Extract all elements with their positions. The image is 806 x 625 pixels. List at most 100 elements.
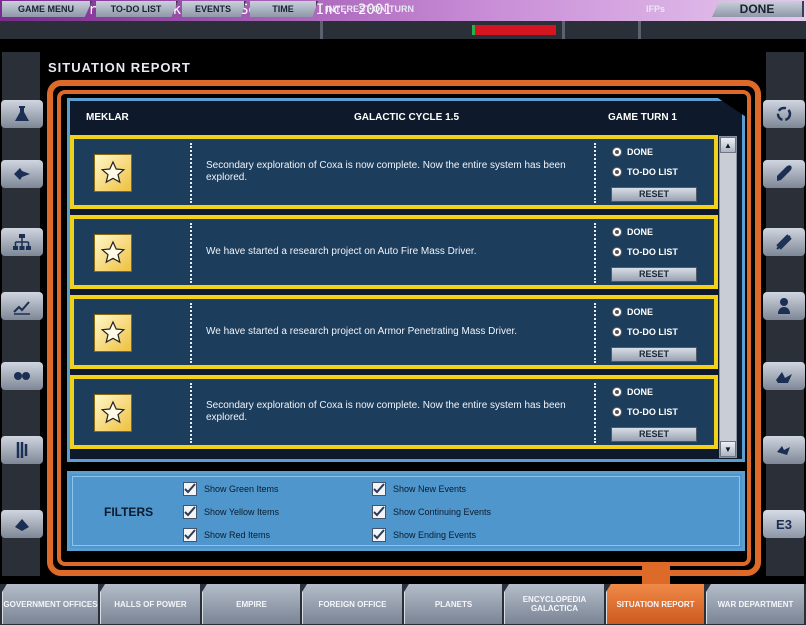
- weapons-icon[interactable]: [763, 228, 805, 256]
- event-row: We have started a research project on Ar…: [70, 295, 718, 369]
- filter-new-events-checkbox[interactable]: Show New Events: [372, 482, 466, 496]
- radio-icon: [612, 247, 622, 257]
- starships-icon[interactable]: [763, 436, 805, 464]
- todo-label: TO-DO LIST: [627, 407, 678, 417]
- row-divider: [190, 143, 192, 203]
- radio-icon: [612, 167, 622, 177]
- filter-continuing-events-checkbox[interactable]: Show Continuing Events: [372, 505, 491, 519]
- interest-bar: [472, 25, 556, 35]
- fleet-group-icon[interactable]: [763, 362, 805, 390]
- tab-foreign-office[interactable]: FOREIGN OFFICE: [302, 584, 402, 624]
- done-label: DONE: [627, 387, 654, 397]
- checkbox-box: [183, 528, 197, 542]
- graph-icon[interactable]: [1, 292, 43, 320]
- tab-war-department[interactable]: WAR DEPARTMENT: [706, 584, 804, 624]
- filter-label: Show Continuing Events: [393, 507, 492, 517]
- done-button[interactable]: DONE: [712, 1, 804, 17]
- row-divider: [190, 383, 192, 443]
- tab-empire[interactable]: EMPIRE: [202, 584, 300, 624]
- recycle-icon[interactable]: [763, 100, 805, 128]
- top-menu-bar: [0, 21, 806, 39]
- game-menu-tab[interactable]: GAME MENU: [2, 1, 92, 17]
- tab-situation-report[interactable]: SITUATION REPORT: [606, 584, 704, 624]
- done-label: DONE: [627, 147, 654, 157]
- diplomacy-hands-icon[interactable]: [1, 362, 43, 390]
- event-star-icon[interactable]: [94, 394, 132, 432]
- radio-icon: [612, 227, 622, 237]
- filter-green-checkbox[interactable]: Show Green Items: [183, 482, 279, 496]
- reset-button[interactable]: RESET: [611, 187, 697, 202]
- game-turn: GAME TURN 1: [608, 112, 677, 123]
- radio-icon: [612, 307, 622, 317]
- report-scrollbar[interactable]: ▲ ▼: [719, 136, 737, 458]
- galactic-cycle: GALACTIC CYCLE 1.5: [354, 112, 460, 123]
- radio-icon: [612, 407, 622, 417]
- page-title: SITUATION REPORT: [48, 60, 191, 75]
- todo-list-tab[interactable]: TO-DO LIST: [96, 1, 178, 17]
- reset-button[interactable]: RESET: [611, 267, 697, 282]
- time-tab[interactable]: TIME: [250, 1, 318, 17]
- interest-label: INTEREST ON TURN: [326, 4, 415, 14]
- filter-red-checkbox[interactable]: Show Red Items: [183, 528, 270, 542]
- event-text: Secondary exploration of Coxa is now com…: [206, 160, 566, 183]
- checkbox-box: [372, 528, 386, 542]
- scroll-down-icon[interactable]: ▼: [720, 441, 736, 457]
- done-radio[interactable]: DONE: [612, 307, 653, 317]
- filter-yellow-checkbox[interactable]: Show Yellow Items: [183, 505, 279, 519]
- tab-encyclopedia-galactica[interactable]: ENCYCLOPEDIA GALACTICA: [504, 584, 604, 624]
- todo-radio[interactable]: TO-DO LIST: [612, 327, 678, 337]
- row-divider: [594, 303, 596, 363]
- frame-connector: [642, 566, 670, 586]
- ifps-label: IFPs: [646, 4, 666, 14]
- scroll-up-icon[interactable]: ▲: [720, 137, 736, 153]
- filter-label: Show Red Items: [204, 530, 271, 540]
- done-radio[interactable]: DONE: [612, 387, 653, 397]
- menu-divider: [320, 21, 323, 39]
- report-header: MEKLAR GALACTIC CYCLE 1.5 GAME TURN 1: [70, 101, 712, 131]
- row-divider: [190, 303, 192, 363]
- todo-label: TO-DO LIST: [627, 247, 678, 257]
- filter-label: Show Yellow Items: [204, 507, 280, 517]
- row-divider: [594, 383, 596, 443]
- filter-ending-events-checkbox[interactable]: Show Ending Events: [372, 528, 476, 542]
- event-star-icon[interactable]: [94, 154, 132, 192]
- ship-design-icon[interactable]: [1, 160, 43, 188]
- checkbox-box: [372, 482, 386, 496]
- tab-government-offices[interactable]: GOVERNMENT OFFICES: [2, 584, 98, 624]
- todo-radio[interactable]: TO-DO LIST: [612, 247, 678, 257]
- done-radio[interactable]: DONE: [612, 147, 653, 157]
- radio-icon: [612, 147, 622, 157]
- row-divider: [594, 143, 596, 203]
- done-radio[interactable]: DONE: [612, 227, 653, 237]
- rocket-icon[interactable]: [763, 160, 805, 188]
- filters-title: FILTERS: [104, 505, 154, 519]
- spy-icon[interactable]: [1, 436, 43, 464]
- event-row: Secondary exploration of Coxa is now com…: [70, 375, 718, 449]
- menu-divider: [562, 21, 565, 39]
- tab-planets[interactable]: PLANETS: [404, 584, 502, 624]
- hierarchy-icon[interactable]: [1, 228, 43, 256]
- e3-button[interactable]: E3: [763, 510, 805, 538]
- race-name: MEKLAR: [86, 112, 129, 123]
- reset-button[interactable]: RESET: [611, 427, 697, 442]
- todo-radio[interactable]: TO-DO LIST: [612, 167, 678, 177]
- done-label: DONE: [627, 307, 654, 317]
- event-row: Secondary exploration of Coxa is now com…: [70, 135, 718, 209]
- row-divider: [190, 223, 192, 283]
- research-flask-icon[interactable]: [1, 100, 43, 128]
- todo-label: TO-DO LIST: [627, 327, 678, 337]
- todo-radio[interactable]: TO-DO LIST: [612, 407, 678, 417]
- leader-icon[interactable]: [763, 292, 805, 320]
- fleet-icon[interactable]: [1, 510, 43, 538]
- event-text: We have started a research project on Ar…: [206, 326, 518, 337]
- checkbox-box: [183, 482, 197, 496]
- events-tab[interactable]: EVENTS: [182, 1, 246, 17]
- reset-button[interactable]: RESET: [611, 347, 697, 362]
- radio-icon: [612, 387, 622, 397]
- checkbox-box: [372, 505, 386, 519]
- filter-label: Show Ending Events: [393, 530, 477, 540]
- event-star-icon[interactable]: [94, 314, 132, 352]
- tab-halls-of-power[interactable]: HALLS OF POWER: [100, 584, 200, 624]
- event-star-icon[interactable]: [94, 234, 132, 272]
- event-text: We have started a research project on Au…: [206, 246, 477, 257]
